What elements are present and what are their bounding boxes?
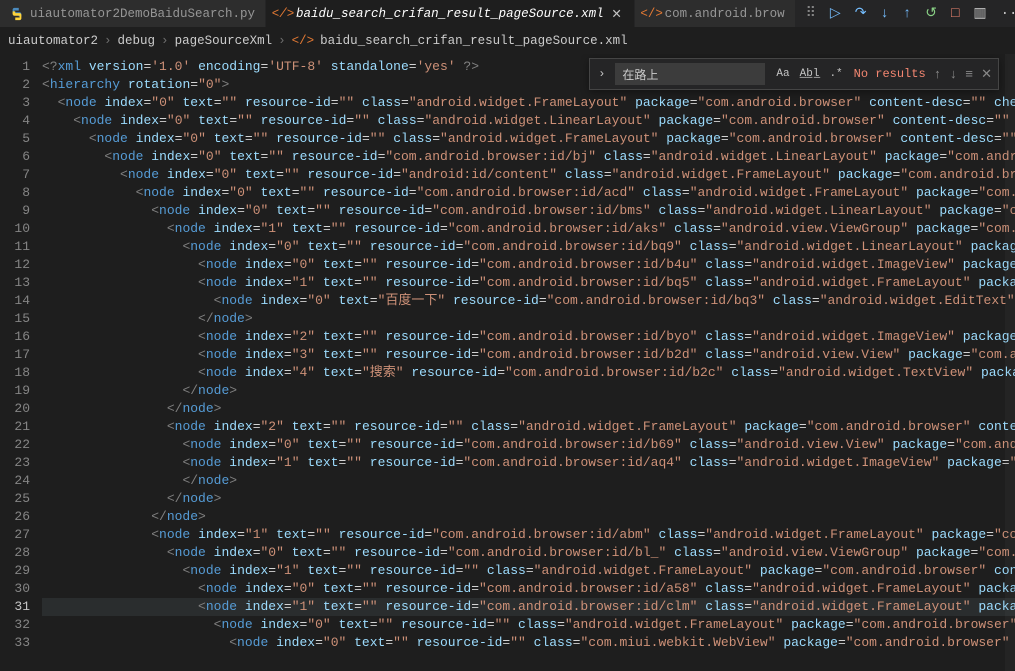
match-word-toggle[interactable]: A̲b̲l̲ <box>797 67 823 81</box>
regex-toggle[interactable]: .* <box>826 67 845 81</box>
minimap[interactable] <box>1005 54 1015 671</box>
find-options: Aa A̲b̲l̲ .* <box>773 67 845 81</box>
tab-bar: uiautomator2DemoBaiduSearch.py </> baidu… <box>0 0 1015 28</box>
python-icon <box>10 7 24 21</box>
find-in-selection-icon[interactable]: ≡ <box>965 67 973 82</box>
step-out-icon[interactable]: ↑ <box>903 6 911 22</box>
drag-handle-icon[interactable]: ⠿ <box>806 5 816 22</box>
find-input[interactable] <box>615 63 765 85</box>
close-icon[interactable]: ✕ <box>610 6 624 22</box>
find-results-label: No results <box>854 67 926 81</box>
xml-icon: </> <box>292 34 315 48</box>
xml-icon: </> <box>276 7 290 21</box>
restart-icon[interactable]: ↺ <box>925 5 937 22</box>
tab-label: baidu_search_crifan_result_pageSource.xm… <box>296 7 604 21</box>
close-find-icon[interactable]: ✕ <box>981 67 992 82</box>
stop-icon[interactable]: □ <box>951 6 959 22</box>
line-number-gutter: 1234567891011121314151617181920212223242… <box>0 54 42 671</box>
breadcrumb-segment[interactable]: pageSourceXml <box>175 34 273 48</box>
step-over-icon[interactable]: ↷ <box>855 5 867 22</box>
split-editor-icon[interactable]: ▥ <box>973 5 986 22</box>
prev-match-icon[interactable]: ↑ <box>934 67 942 82</box>
text-editor[interactable]: 1234567891011121314151617181920212223242… <box>0 54 1015 671</box>
chevron-right-icon: › <box>278 34 286 48</box>
xml-icon: </> <box>645 7 659 21</box>
code-content[interactable]: <?xml version='1.0' encoding='UTF-8' sta… <box>42 54 1015 671</box>
tab-label: com.android.brow <box>665 7 785 21</box>
find-nav: ↑ ↓ ≡ ✕ <box>934 67 992 82</box>
breadcrumb: uiautomator2 › debug › pageSourceXml › <… <box>0 28 1015 54</box>
breadcrumb-segment[interactable]: uiautomator2 <box>8 34 98 48</box>
chevron-right-icon: › <box>104 34 112 48</box>
toggle-replace-icon[interactable]: › <box>596 67 607 81</box>
continue-icon[interactable]: ▷ <box>830 5 841 22</box>
next-match-icon[interactable]: ↓ <box>949 67 957 82</box>
tab-label: uiautomator2DemoBaiduSearch.py <box>30 7 255 21</box>
tab-python-file[interactable]: uiautomator2DemoBaiduSearch.py <box>0 0 266 27</box>
tab-xml-file-active[interactable]: </> baidu_search_crifan_result_pageSourc… <box>266 0 635 27</box>
debug-toolbar: ⠿ ▷ ↷ ↓ ↑ ↺ □ ▥ ··· <box>796 0 1015 27</box>
match-case-toggle[interactable]: Aa <box>773 67 792 81</box>
chevron-right-icon: › <box>161 34 169 48</box>
step-into-icon[interactable]: ↓ <box>880 6 888 22</box>
find-widget: › Aa A̲b̲l̲ .* No results ↑ ↓ ≡ ✕ <box>589 58 999 90</box>
editor-area: › Aa A̲b̲l̲ .* No results ↑ ↓ ≡ ✕ 123456… <box>0 54 1015 671</box>
breadcrumb-segment[interactable]: baidu_search_crifan_result_pageSource.xm… <box>320 34 628 48</box>
breadcrumb-segment[interactable]: debug <box>118 34 156 48</box>
more-actions-icon[interactable]: ··· <box>1001 6 1015 22</box>
tab-xml-file[interactable]: </> com.android.brow <box>635 0 796 27</box>
